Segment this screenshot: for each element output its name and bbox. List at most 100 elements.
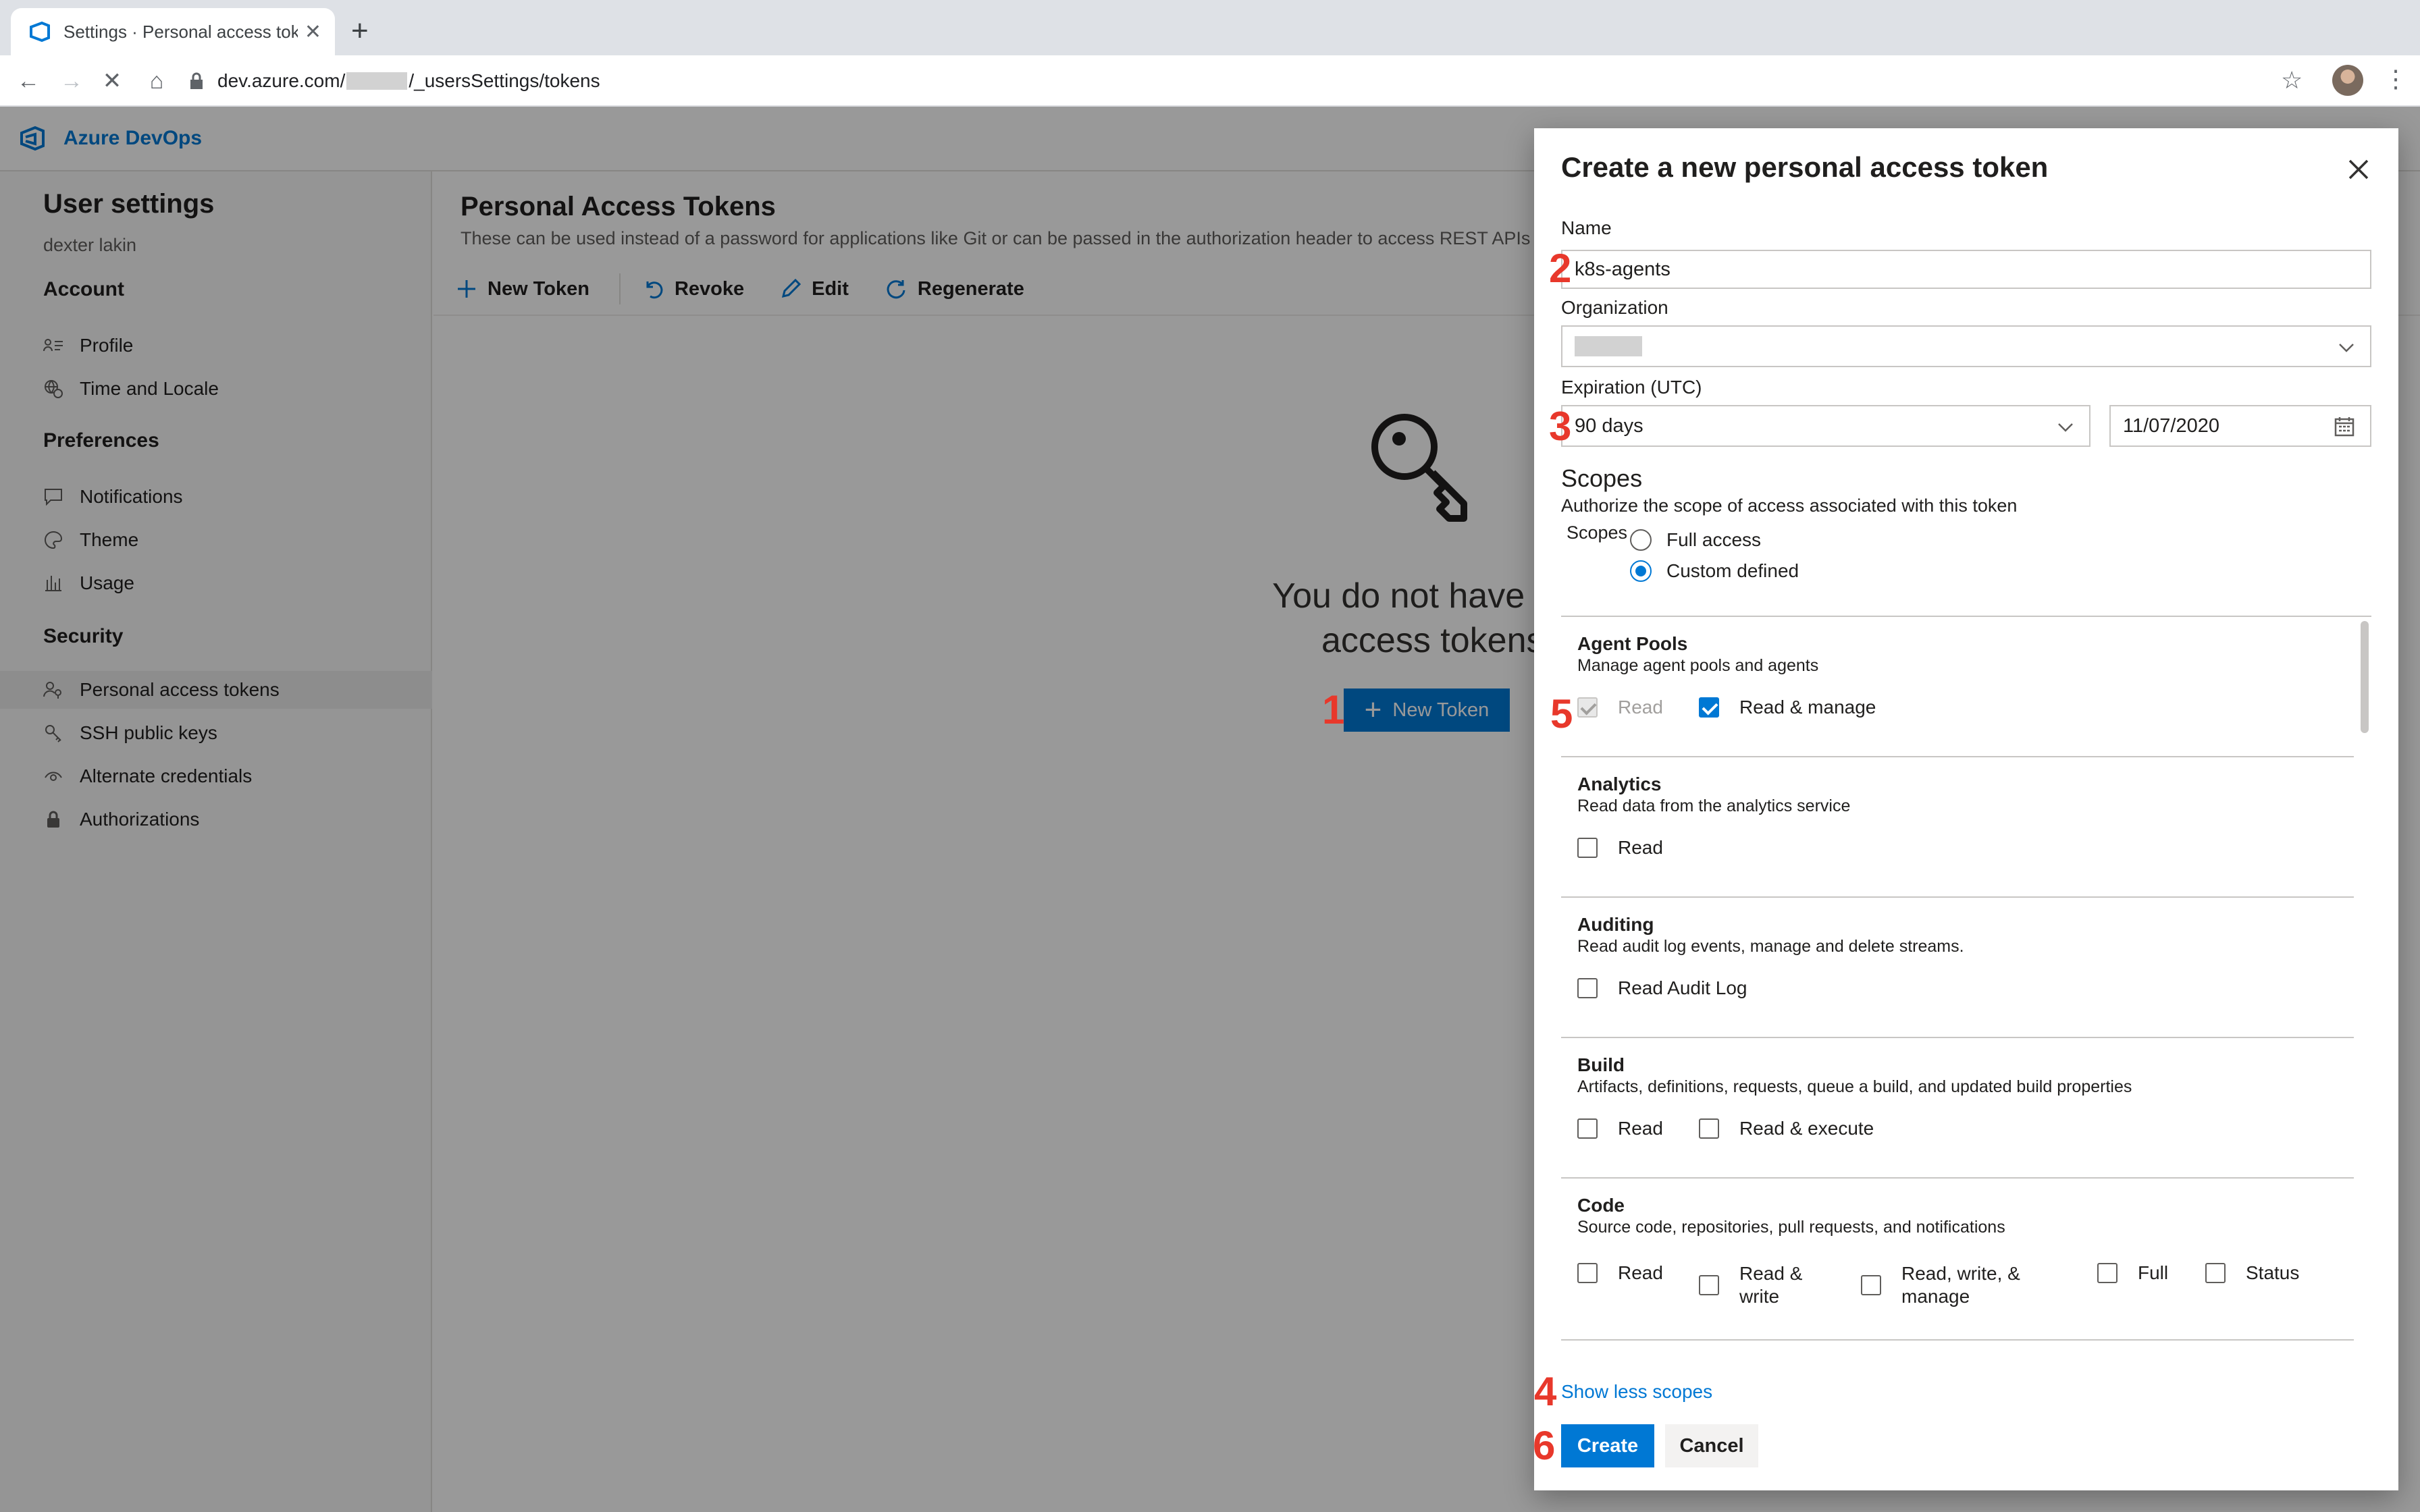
scope-option-read-write-manage[interactable]: Read, write, & manage	[1861, 1262, 2043, 1308]
organization-label: Organization	[1561, 297, 1668, 318]
url-field[interactable]: dev.azure.com/ /_usersSettings/tokens	[189, 62, 2289, 100]
create-button[interactable]: Create	[1561, 1424, 1654, 1467]
cancel-button[interactable]: Cancel	[1665, 1424, 1758, 1467]
step-annotation-3: 3	[1549, 404, 1572, 449]
checkbox[interactable]	[2205, 1263, 2226, 1283]
checkbox-label: Full	[2138, 1262, 2169, 1283]
checkbox-label: Read & write	[1739, 1263, 1803, 1307]
scope-option-status[interactable]: Status	[2205, 1262, 2299, 1284]
chevron-down-icon	[2058, 423, 2073, 432]
checkbox[interactable]	[1699, 1275, 1719, 1295]
scope-mode-custom-defined[interactable]: Custom defined	[1630, 560, 1799, 582]
scope-name: Auditing	[1577, 914, 1654, 935]
checkbox[interactable]	[1577, 1263, 1598, 1283]
scope-name: Agent Pools	[1577, 633, 1688, 654]
step-annotation-5: 5	[1550, 691, 1573, 736]
scope-option-read[interactable]: Read	[1577, 837, 1663, 859]
scope-build: Build Artifacts, definitions, requests, …	[1561, 1038, 2354, 1179]
profile-avatar[interactable]	[2332, 65, 2363, 96]
checkbox[interactable]	[2097, 1263, 2118, 1283]
tab-title: Settings · Personal access tokens	[63, 21, 298, 42]
name-label: Name	[1561, 217, 1612, 238]
browser-tab-strip: Settings · Personal access tokens ✕ +	[0, 0, 2420, 55]
browser-tab[interactable]: Settings · Personal access tokens ✕	[11, 8, 335, 55]
scope-description: Source code, repositories, pull requests…	[1577, 1218, 2005, 1237]
azure-devops-app: Azure DevOps User settings dexter lakin …	[0, 107, 2420, 1512]
scope-mode-full-access[interactable]: Full access	[1630, 529, 1761, 551]
stop-loading-icon[interactable]: ✕	[99, 68, 126, 94]
expiration-value: 90 days	[1575, 414, 1643, 437]
close-icon[interactable]	[2342, 153, 2375, 186]
checkbox-label: Read Audit Log	[1618, 977, 1747, 998]
scope-option-read[interactable]: Read	[1577, 697, 1663, 718]
scope-option-read-write[interactable]: Read & write	[1699, 1262, 1847, 1308]
scope-option-full[interactable]: Full	[2097, 1262, 2168, 1284]
chevron-down-icon	[2339, 344, 2354, 352]
scope-name: Code	[1577, 1195, 1625, 1216]
checkbox-label: Read	[1618, 1262, 1663, 1283]
expiration-date-picker[interactable]: 11/07/2020	[2109, 405, 2371, 447]
address-bar: ← → ✕ ⌂ dev.azure.com/ /_usersSettings/t…	[0, 55, 2420, 107]
step-annotation-6: 6	[1533, 1423, 1556, 1468]
scope-description: Read audit log events, manage and delete…	[1577, 937, 1964, 956]
checkbox-label: Read	[1618, 1118, 1663, 1139]
bookmark-star-icon[interactable]: ☆	[2281, 66, 2303, 94]
scopes-heading: Scopes	[1561, 464, 1643, 492]
step-annotation-4: 4	[1534, 1369, 1557, 1414]
scope-analytics: Analytics Read data from the analytics s…	[1561, 757, 2354, 898]
url-redacted	[346, 72, 408, 90]
url-host: dev.azure.com/	[217, 70, 346, 91]
scopes-description: Authorize the scope of access associated…	[1561, 495, 2018, 516]
checkbox-label: Read & execute	[1739, 1118, 1874, 1139]
forward-icon[interactable]: →	[58, 68, 85, 94]
browser-menu-icon[interactable]: ⋮	[2384, 65, 2408, 93]
checkbox-label: Read, write, & manage	[1901, 1263, 2020, 1307]
scope-description: Read data from the analytics service	[1577, 796, 1851, 815]
scope-agent-pools: Agent Pools Manage agent pools and agent…	[1561, 617, 2354, 757]
scope-name: Analytics	[1577, 774, 1662, 794]
home-icon[interactable]: ⌂	[143, 68, 170, 94]
tab-close-icon[interactable]: ✕	[305, 20, 321, 44]
show-less-scopes-link[interactable]: Show less scopes	[1561, 1381, 1712, 1403]
scope-option-read-audit-log[interactable]: Read Audit Log	[1577, 977, 1747, 999]
dialog-title: Create a new personal access token	[1561, 151, 2049, 183]
expiration-label: Expiration (UTC)	[1561, 377, 1702, 398]
checkbox-label: Read	[1618, 837, 1663, 858]
checkbox-label: Status	[2246, 1262, 2300, 1283]
radio-button[interactable]	[1630, 560, 1652, 582]
checkbox[interactable]	[1577, 697, 1598, 718]
step-annotation-2: 2	[1549, 246, 1572, 291]
scope-name: Build	[1577, 1054, 1625, 1075]
scopes-scrollbar[interactable]	[2361, 621, 2369, 733]
checkbox[interactable]	[1699, 697, 1719, 718]
expiration-date: 11/07/2020	[2123, 414, 2219, 437]
new-tab-icon[interactable]: +	[351, 16, 369, 46]
back-icon[interactable]: ←	[15, 68, 42, 94]
radio-label: Custom defined	[1666, 560, 1799, 581]
organization-redacted	[1575, 336, 1642, 356]
name-input[interactable]: k8s-agents	[1561, 250, 2371, 289]
create-token-dialog: Create a new personal access token Name …	[1534, 128, 2398, 1490]
calendar-icon[interactable]	[2334, 416, 2355, 437]
scope-option-read-execute[interactable]: Read & execute	[1699, 1118, 1874, 1139]
checkbox[interactable]	[1577, 838, 1598, 858]
lock-icon	[190, 72, 203, 89]
scope-option-read[interactable]: Read	[1577, 1118, 1663, 1139]
checkbox[interactable]	[1577, 978, 1598, 998]
scope-option-read-manage[interactable]: Read & manage	[1699, 697, 1876, 718]
radio-button[interactable]	[1630, 529, 1652, 551]
scope-description: Manage agent pools and agents	[1577, 656, 1819, 675]
url-path: /_usersSettings/tokens	[409, 70, 600, 91]
azure-devops-favicon-icon	[30, 21, 50, 43]
checkbox[interactable]	[1699, 1118, 1719, 1139]
checkbox-label: Read & manage	[1739, 697, 1876, 718]
checkbox[interactable]	[1861, 1275, 1881, 1295]
checkbox[interactable]	[1577, 1118, 1598, 1139]
scope-option-read[interactable]: Read	[1577, 1262, 1663, 1284]
organization-select[interactable]	[1561, 325, 2371, 367]
radio-label: Full access	[1666, 529, 1762, 550]
scope-auditing: Auditing Read audit log events, manage a…	[1561, 898, 2354, 1038]
expiration-select[interactable]: 90 days	[1561, 405, 2090, 447]
checkbox-label: Read	[1618, 697, 1663, 718]
scopes-list: Agent Pools Manage agent pools and agent…	[1561, 616, 2371, 1365]
